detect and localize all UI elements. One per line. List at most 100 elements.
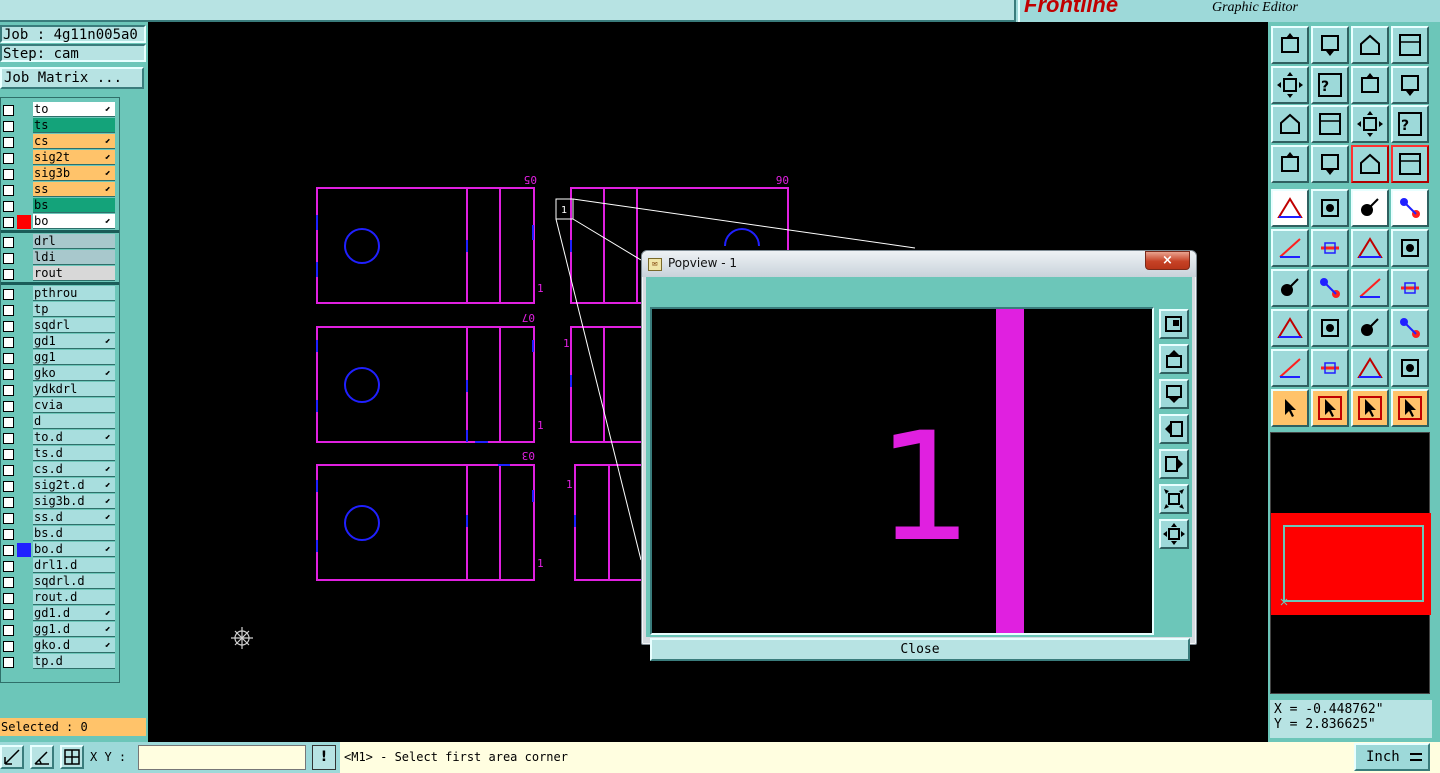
area-icon[interactable] — [1311, 189, 1349, 227]
layer-checkbox[interactable] — [3, 433, 14, 444]
layer-checkbox[interactable] — [3, 237, 14, 248]
layer-name[interactable]: to.d ⬋ — [33, 430, 115, 445]
layer-checkbox[interactable] — [3, 497, 14, 508]
layer-checkbox[interactable] — [3, 289, 14, 300]
unit-selector[interactable]: Inch — [1354, 743, 1430, 771]
layer-row[interactable]: sig2t.d ⬋ — [1, 478, 117, 493]
layer-name[interactable]: rout — [33, 266, 115, 281]
close-icon[interactable]: × — [1145, 251, 1190, 270]
layer-checkbox[interactable] — [3, 305, 14, 316]
layer-row[interactable]: ydkdrl — [1, 382, 117, 397]
layer-checkbox[interactable] — [3, 353, 14, 364]
fit-icon[interactable] — [1271, 105, 1309, 143]
layer-row[interactable]: tp.d — [1, 654, 117, 669]
probe-icon[interactable] — [1311, 145, 1349, 183]
layer-checkbox[interactable] — [3, 401, 14, 412]
layer-name[interactable]: gg1 — [33, 350, 115, 365]
popview-window[interactable]: ✉ Popview - 1 × 1 Close — [641, 250, 1197, 661]
layer-checkbox[interactable] — [3, 465, 14, 476]
layer-name[interactable]: pthrou — [33, 286, 115, 301]
home-icon[interactable] — [1351, 26, 1389, 64]
line-icon[interactable] — [1271, 269, 1309, 307]
layer-row[interactable]: sig3b ⬋ — [1, 166, 117, 181]
layer-name[interactable]: ts.d — [33, 446, 115, 461]
layer-checkbox[interactable] — [3, 609, 14, 620]
layer-name[interactable]: sqdrl.d — [33, 574, 115, 589]
surface-icon[interactable] — [1351, 349, 1389, 387]
layer-name[interactable]: tp.d — [33, 654, 115, 669]
resize-icon[interactable] — [1351, 309, 1389, 347]
layer-name[interactable]: ydkdrl — [33, 382, 115, 397]
layer-checkbox[interactable] — [3, 513, 14, 524]
layer-checkbox[interactable] — [3, 153, 14, 164]
delete-icon[interactable] — [1311, 229, 1349, 267]
layer-name[interactable]: bs.d — [33, 526, 115, 541]
layer-row[interactable]: cs.d ⬋ — [1, 462, 117, 477]
zoom-in-icon[interactable] — [1159, 484, 1189, 514]
layer-checkbox[interactable] — [3, 385, 14, 396]
layer-checkbox[interactable] — [3, 545, 14, 556]
layer-row[interactable]: ts.d — [1, 446, 117, 461]
layer-name[interactable]: ss ⬋ — [33, 182, 115, 197]
snap-icon[interactable] — [0, 745, 24, 769]
slash-icon[interactable] — [1311, 269, 1349, 307]
layer-checkbox[interactable] — [3, 321, 14, 332]
layer-row[interactable]: sig2t ⬋ — [1, 150, 117, 165]
layer-row[interactable]: drl1.d — [1, 558, 117, 573]
overview-map[interactable] — [1270, 432, 1431, 694]
layer-checkbox[interactable] — [3, 561, 14, 572]
layer-row[interactable]: ldi — [1, 250, 117, 265]
arc-icon[interactable] — [1271, 349, 1309, 387]
layer-checkbox[interactable] — [3, 269, 14, 280]
layer-row[interactable]: gko.d ⬋ — [1, 638, 117, 653]
layer-checkbox[interactable] — [3, 253, 14, 264]
layer-checkbox[interactable] — [3, 417, 14, 428]
copy-icon[interactable] — [1391, 229, 1429, 267]
pan-down-icon[interactable] — [1159, 379, 1189, 409]
layer-name[interactable]: bs — [33, 198, 115, 213]
layer-row[interactable]: pthrou — [1, 286, 117, 301]
layer-row[interactable]: tp — [1, 302, 117, 317]
pad-red-icon[interactable] — [1271, 309, 1309, 347]
layer-checkbox[interactable] — [3, 625, 14, 636]
layer-checkbox[interactable] — [3, 185, 14, 196]
layer-name[interactable]: sig2t ⬋ — [33, 150, 115, 165]
mirror-icon[interactable] — [1391, 269, 1429, 307]
grid-icon[interactable] — [60, 745, 84, 769]
pan-up-icon[interactable] — [1159, 344, 1189, 374]
layer-row[interactable]: sqdrl — [1, 318, 117, 333]
warning-button[interactable]: ! — [312, 745, 336, 770]
layer-row[interactable]: gd1 ⬋ — [1, 334, 117, 349]
layer-row[interactable]: gg1.d ⬋ — [1, 622, 117, 637]
layer-checkbox[interactable] — [3, 217, 14, 228]
step-icon[interactable] — [1391, 66, 1429, 104]
layer-checkbox[interactable] — [3, 641, 14, 652]
select-touch-icon[interactable] — [1351, 389, 1389, 427]
zoom-out-icon[interactable] — [1159, 519, 1189, 549]
popview-canvas[interactable]: 1 — [650, 307, 1154, 635]
layer-row[interactable]: sig3b.d ⬋ — [1, 494, 117, 509]
sort-icon[interactable] — [1271, 145, 1309, 183]
layer-name[interactable]: sqdrl — [33, 318, 115, 333]
undo-icon[interactable] — [1351, 269, 1389, 307]
layer-row[interactable]: d — [1, 414, 117, 429]
angle-icon[interactable] — [30, 745, 54, 769]
layer-name[interactable]: ts — [33, 118, 115, 133]
pan-left-icon[interactable] — [1159, 414, 1189, 444]
layer-checkbox[interactable] — [3, 169, 14, 180]
job-matrix-button[interactable]: Job Matrix ... — [0, 67, 144, 89]
layer-name[interactable]: bo.d ⬋ — [33, 542, 115, 557]
close-button[interactable]: Close — [650, 638, 1190, 661]
layer-row[interactable]: ss ⬋ — [1, 182, 117, 197]
net-icon[interactable] — [1351, 145, 1389, 183]
swap-icon[interactable] — [1351, 66, 1389, 104]
layer-checkbox[interactable] — [3, 369, 14, 380]
layer-checkbox[interactable] — [3, 529, 14, 540]
layer-name[interactable]: rout.d — [33, 590, 115, 605]
select-icon[interactable] — [1271, 389, 1309, 427]
import-icon[interactable] — [1271, 66, 1309, 104]
move-icon[interactable] — [1351, 229, 1389, 267]
layer-checkbox[interactable] — [3, 577, 14, 588]
layer-name[interactable]: sig2t.d ⬋ — [33, 478, 115, 493]
layer-row[interactable]: rout — [1, 266, 117, 281]
